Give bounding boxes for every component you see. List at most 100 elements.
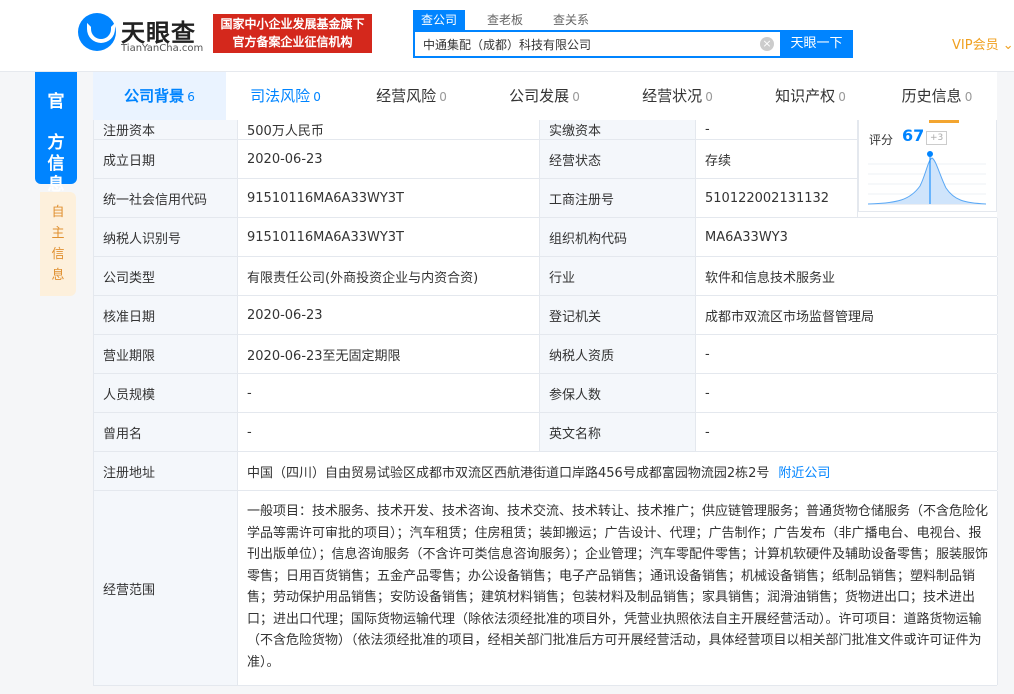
tab-company-development[interactable]: 公司发展 0 (478, 72, 611, 120)
tab-label: 司法风险 (250, 87, 311, 105)
tab-history-info[interactable]: 历史信息 0 (877, 72, 997, 120)
field-label: 曾用名 (94, 413, 238, 451)
field-label: 英文名称 (540, 413, 696, 451)
score-value: 67 (902, 126, 925, 145)
address-value: 中国（四川）自由贸易试验区成都市双流区西航港街道口岸路456号成都富园物流园2栋… (247, 465, 770, 481)
clear-icon[interactable]: × (760, 37, 774, 51)
side-char: 主 (51, 226, 65, 241)
tab-label: 知识产权 (775, 87, 836, 105)
field-value: 中国（四川）自由贸易试验区成都市双流区西航港街道口岸路456号成都富园物流园2栋… (238, 452, 998, 490)
tab-count: 0 (439, 90, 447, 104)
business-scope-value: 一般项目：技术服务、技术开发、技术咨询、技术交流、技术转让、技术推广；供应链管理… (238, 491, 998, 685)
field-value: - (696, 413, 998, 451)
score-delta: +3 (926, 131, 948, 145)
field-value: 91510116MA6A33WY3T (238, 179, 540, 217)
search-tab-boss[interactable]: 查老板 (479, 10, 531, 30)
top-header: 天眼查 TianYanCha.com 国家中小企业发展基金旗下 官方备案企业征信… (0, 0, 1014, 72)
table-row: 人员规模 - 参保人数 - (94, 374, 998, 413)
tab-label: 公司发展 (509, 87, 570, 105)
field-value: 成都市双流区市场监督管理局 (696, 296, 998, 334)
table-row: 注册地址 中国（四川）自由贸易试验区成都市双流区西航港街道口岸路456号成都富园… (94, 452, 998, 491)
tab-label: 公司背景 (124, 87, 185, 105)
field-value: 存续 (696, 140, 858, 178)
search-tab-company[interactable]: 查公司 (413, 10, 466, 30)
tab-label: 经营状况 (642, 87, 703, 105)
side-char: 息 (51, 268, 65, 283)
field-label: 注册资本 (94, 120, 238, 139)
chevron-down-icon: ⌄ (1002, 38, 1014, 53)
side-char: 信 (51, 247, 65, 262)
field-value: 2020-06-23 (238, 296, 540, 334)
main-tab-bar: 公司背景 6 司法风险 0 经营风险 0 公司发展 0 经营状况 0 知识产权 0 历史信息… (93, 72, 997, 120)
nearby-companies-link[interactable]: 附近公司 (778, 462, 830, 481)
table-row: 核准日期 2020-06-23 登记机关 成都市双流区市场监督管理局 (94, 296, 998, 335)
official-badge[interactable]: 国家中小企业发展基金旗下 官方备案企业征信机构 (213, 14, 372, 53)
score-label: 评分 (869, 133, 894, 147)
field-value: 500万人民币 (238, 120, 540, 139)
field-value: - (696, 335, 998, 373)
tab-count: 0 (313, 90, 321, 104)
field-label: 营业期限 (94, 335, 238, 373)
tab-legal-risk[interactable]: 司法风险 0 (219, 72, 352, 120)
vip-label: VIP会员 (952, 38, 999, 53)
field-label: 公司类型 (94, 257, 238, 295)
badge-line1: 国家中小企业发展基金旗下 (220, 17, 365, 31)
field-value: - (696, 374, 998, 412)
field-label: 注册地址 (94, 452, 238, 490)
score-card[interactable]: 评分 67 +3 (858, 120, 997, 212)
side-tab-self-info[interactable]: 自 主 信 息 (40, 192, 76, 296)
field-value: 2020-06-23至无固定期限 (238, 335, 540, 373)
tab-count: 6 (187, 90, 195, 104)
vip-link[interactable]: VIP会员 ⌄ (952, 34, 1014, 53)
tab-count: 0 (705, 90, 713, 104)
search-type-tabs: 查公司 查老板 查关系 (413, 10, 611, 30)
side-char: 自 (51, 205, 65, 220)
field-value: MA6A33WY3 (696, 218, 998, 256)
field-label: 登记机关 (540, 296, 696, 334)
field-label: 组织机构代码 (540, 218, 696, 256)
field-value: 510122002131132 (696, 179, 858, 217)
field-value: 91510116MA6A33WY3T (238, 218, 540, 256)
side-char: 信 (47, 154, 65, 174)
field-label: 实缴资本 (540, 120, 696, 139)
search-button[interactable]: 天眼一下 (780, 30, 853, 58)
field-label: 成立日期 (94, 140, 238, 178)
side-tab-official-info[interactable]: 官 方 信 息 (35, 72, 77, 195)
table-row: 营业期限 2020-06-23至无固定期限 纳税人资质 - (94, 335, 998, 374)
field-label: 行业 (540, 257, 696, 295)
tab-count: 0 (964, 90, 973, 104)
logo[interactable]: 天眼查 TianYanCha.com (78, 13, 208, 55)
tab-label: 历史信息 (901, 87, 962, 105)
field-label: 参保人数 (540, 374, 696, 412)
table-row: 纳税人识别号 91510116MA6A33WY3T 组织机构代码 MA6A33W… (94, 218, 998, 257)
field-value: 软件和信息技术服务业 (696, 257, 998, 295)
tab-operation-status[interactable]: 经营状况 0 (611, 72, 744, 120)
tab-count: 0 (572, 90, 580, 104)
field-label: 核准日期 (94, 296, 238, 334)
field-value: 2020-06-23 (238, 140, 540, 178)
tab-company-background[interactable]: 公司背景 6 (93, 72, 226, 120)
field-label: 经营状态 (540, 140, 696, 178)
score-top-bar (929, 120, 959, 123)
field-value: - (238, 413, 540, 451)
tab-intellectual-property[interactable]: 知识产权 0 (744, 72, 877, 120)
field-label: 统一社会信用代码 (94, 179, 238, 217)
field-label: 经营范围 (94, 491, 238, 685)
search-input[interactable] (415, 32, 745, 56)
search-tab-relation[interactable]: 查关系 (545, 10, 597, 30)
badge-line2: 官方备案企业征信机构 (232, 35, 353, 49)
field-label: 纳税人资质 (540, 335, 696, 373)
table-row: 曾用名 - 英文名称 - (94, 413, 998, 452)
field-value: - (696, 120, 858, 139)
logo-icon (78, 13, 116, 51)
table-row: 公司类型 有限责任公司(外商投资企业与内资合资) 行业 软件和信息技术服务业 (94, 257, 998, 296)
tab-operation-risk[interactable]: 经营风险 0 (345, 72, 478, 120)
field-label: 纳税人识别号 (94, 218, 238, 256)
field-label: 工商注册号 (540, 179, 696, 217)
score-distribution-icon (868, 151, 986, 205)
tab-count: 0 (838, 90, 846, 104)
logo-domain: TianYanCha.com (121, 43, 204, 54)
side-char: 方 (47, 133, 65, 153)
table-row: 经营范围 一般项目：技术服务、技术开发、技术咨询、技术交流、技术转让、技术推广；… (94, 491, 998, 686)
tab-label: 经营风险 (376, 87, 437, 105)
